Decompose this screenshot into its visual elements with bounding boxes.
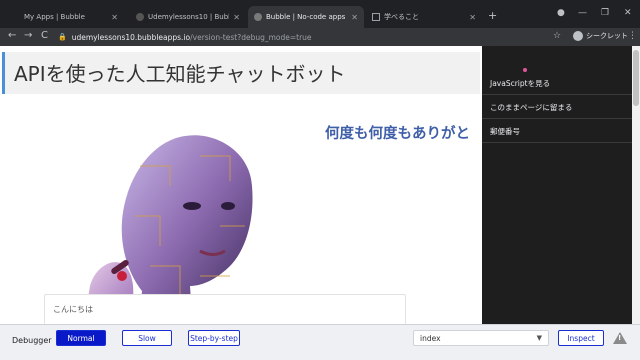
browser-window: My Apps | Bubble ✕ Udemylessons10 | Bubb…: [0, 0, 640, 360]
back-button[interactable]: ←: [8, 30, 16, 41]
menu-divider: [482, 118, 632, 119]
scrollbar-thumb[interactable]: [633, 50, 639, 106]
forward-button[interactable]: →: [24, 30, 32, 41]
element-select[interactable]: index ▼: [413, 330, 549, 346]
profile-dot-icon[interactable]: ●: [557, 8, 565, 18]
bubble-icon: [254, 13, 262, 21]
url-host: udemylessons10.bubbleapps.io: [71, 32, 191, 42]
bubble-icon: [136, 13, 144, 21]
tab-title: 学べること: [384, 13, 419, 21]
close-icon[interactable]: ✕: [351, 13, 358, 22]
close-icon[interactable]: ✕: [469, 13, 476, 22]
bookmark-star-icon[interactable]: ☆: [553, 31, 561, 41]
minimize-button[interactable]: —: [578, 8, 587, 18]
debugger-label: Debugger: [12, 336, 52, 345]
maximize-button[interactable]: ❐: [601, 8, 609, 18]
browser-menu-icon[interactable]: ⋮: [628, 31, 637, 41]
page-title: APIを使った人工知能チャットボット: [14, 62, 346, 86]
chevron-down-icon: ▼: [536, 334, 542, 342]
new-tab-button[interactable]: +: [488, 9, 497, 22]
page-icon: [372, 13, 380, 21]
incognito-indicator[interactable]: シークレット: [573, 31, 628, 41]
tab-bubble-no-code[interactable]: Bubble | No-code apps ✕: [248, 6, 364, 28]
element-select-value: index: [420, 333, 441, 343]
mouse-cursor-icon: [523, 68, 527, 72]
reload-button[interactable]: C: [41, 30, 48, 41]
menu-item-stay-on-page[interactable]: このままページに留まる: [490, 102, 572, 113]
context-menu: JavaScriptを見る このままページに留まる 郵便番号: [482, 46, 632, 324]
robot-face-image: [85, 135, 253, 316]
tab-bubble-editor[interactable]: Udemylessons10 | Bubble Editor ✕: [130, 6, 246, 28]
address-bar[interactable]: 🔒 udemylessons10.bubbleapps.io /version-…: [58, 29, 498, 45]
browser-toolbar: ← → C 🔒 udemylessons10.bubbleapps.io /ve…: [0, 28, 640, 46]
response-heading: 何度も何度もありがと: [325, 126, 470, 142]
step-by-step-button[interactable]: Step-by-step: [188, 330, 240, 346]
close-icon[interactable]: ✕: [111, 13, 118, 22]
chat-text: こんにちは: [53, 305, 93, 314]
menu-divider: [482, 142, 632, 143]
incognito-avatar-icon: [573, 31, 583, 41]
tab-manabu[interactable]: 学べること ✕: [366, 6, 482, 28]
slow-button[interactable]: Slow: [122, 330, 172, 346]
url-path: /version-test?debug_mode=true: [190, 32, 312, 42]
menu-item-view-javascript[interactable]: JavaScriptを見る: [490, 78, 550, 89]
tab-my-apps[interactable]: My Apps | Bubble ✕: [18, 6, 124, 28]
incognito-label: シークレット: [586, 32, 628, 40]
tab-title: My Apps | Bubble: [24, 13, 85, 21]
menu-divider: [482, 94, 632, 95]
menu-item-postal-code[interactable]: 郵便番号: [490, 126, 520, 137]
chat-input[interactable]: こんにちは: [44, 294, 406, 324]
tab-strip: My Apps | Bubble ✕ Udemylessons10 | Bubb…: [0, 0, 640, 28]
tab-title: Bubble | No-code apps: [266, 13, 346, 21]
inspect-button[interactable]: Inspect: [558, 330, 604, 346]
close-window-button[interactable]: ✕: [624, 8, 632, 18]
debugger-bar: Debugger Normal Slow Step-by-step index …: [0, 324, 640, 360]
warning-mark: !: [618, 334, 622, 342]
close-icon[interactable]: ✕: [233, 13, 240, 22]
normal-button[interactable]: Normal: [56, 330, 106, 346]
tab-title: Udemylessons10 | Bubble Editor: [148, 13, 229, 21]
lock-icon: 🔒: [58, 33, 67, 41]
